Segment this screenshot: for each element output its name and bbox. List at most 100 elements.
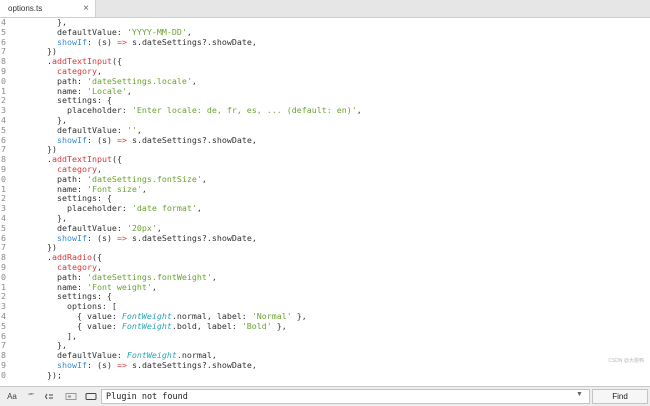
tab-title: options.ts <box>8 4 43 13</box>
code-token: ], <box>37 330 77 341</box>
code-token: 'dateSettings.fontSize' <box>86 173 202 184</box>
code-token: , <box>196 203 202 214</box>
line-number: 3 <box>1 204 6 214</box>
code-token: settings: { <box>37 193 112 204</box>
code-token: => <box>116 232 127 243</box>
code-token: }, <box>37 114 67 125</box>
match-case-button[interactable]: Aa <box>3 390 21 403</box>
code-token: FontWeight <box>126 350 177 361</box>
code-token: 'Enter locale: de, fr, es, ... (default:… <box>131 105 357 116</box>
code-line: 6 showIf: (s) => s.dateSettings?.showDat… <box>0 134 650 146</box>
code-token: addTextInput <box>52 154 112 165</box>
tab-options-ts[interactable]: options.ts × <box>0 0 96 17</box>
code-token: name: <box>37 85 87 96</box>
code-token: path: <box>37 173 87 184</box>
code-token: defaultValue: <box>37 350 127 361</box>
code-text: showIf: (s) => s.dateSettings?.showDate, <box>37 232 257 244</box>
code-line: 0 }); <box>0 370 650 381</box>
close-icon[interactable]: × <box>83 3 89 14</box>
code-token: options: [ <box>37 301 117 312</box>
code-token: showIf <box>56 359 87 370</box>
watermark: CSDN @大桃鸭 <box>608 358 644 364</box>
line-number: 8 <box>1 253 6 263</box>
code-token: showIf <box>56 134 87 145</box>
code-token: name: <box>37 281 87 292</box>
code-token: ({ <box>91 252 102 263</box>
line-number: 7 <box>1 145 6 155</box>
line-number: 9 <box>1 262 6 272</box>
code-token: .bold, label: <box>171 320 242 331</box>
code-token: s.dateSettings?.showDate, <box>126 36 257 47</box>
wrap-icon[interactable] <box>82 390 100 403</box>
line-number: 5 <box>1 27 6 37</box>
line-number: 9 <box>1 66 6 76</box>
code-line: 6 ], <box>0 330 650 342</box>
code-token: }, <box>291 310 307 321</box>
line-number: 0 <box>1 174 6 184</box>
line-number: 0 <box>1 272 6 282</box>
line-number: 3 <box>1 302 6 312</box>
history-dropdown-icon[interactable]: ▼ <box>576 391 583 398</box>
code-token: 'date format' <box>131 203 197 214</box>
code-token: , <box>211 271 217 282</box>
code-token: '' <box>126 124 137 135</box>
line-number: 5 <box>1 223 6 233</box>
line-number: 7 <box>1 47 6 57</box>
line-number: 7 <box>1 341 6 351</box>
code-token: name: <box>37 183 87 194</box>
code-token: 'dateSettings.locale' <box>86 75 192 86</box>
code-token: FontWeight <box>121 310 172 321</box>
code-token: { value: <box>37 310 122 321</box>
tab-bar: options.ts × <box>0 0 650 18</box>
code-token: , <box>151 281 157 292</box>
code-token: , <box>186 26 192 37</box>
code-line: 5 { value: FontWeight.bold, label: 'Bold… <box>0 320 650 332</box>
regex-icon[interactable] <box>41 390 59 403</box>
code-token: s.dateSettings?.showDate, <box>126 232 257 243</box>
code-line: 3 placeholder: 'date format', <box>0 203 650 214</box>
code-token: , <box>201 173 207 184</box>
in-selection-icon[interactable] <box>62 390 80 403</box>
code-token: => <box>116 134 127 145</box>
whole-word-button[interactable]: “” <box>22 390 40 403</box>
code-token: FontWeight <box>121 320 172 331</box>
code-token: : (s) <box>86 359 117 370</box>
code-line: 3 placeholder: 'Enter locale: de, fr, es… <box>0 105 650 116</box>
line-number: 5 <box>1 321 6 331</box>
code-token: : (s) <box>86 232 117 243</box>
find-button[interactable]: Find <box>592 389 648 404</box>
code-token: => <box>116 359 127 370</box>
find-input[interactable] <box>101 389 590 404</box>
code-token: defaultValue: <box>37 26 127 37</box>
code-lines: 4 }, 5 defaultValue: 'YYYY-MM-DD', 6 showI… <box>0 18 650 380</box>
code-token: defaultValue: <box>37 124 127 135</box>
code-token: ({ <box>111 154 122 165</box>
code-token: 'Font weight' <box>86 281 152 292</box>
code-token: }, <box>271 320 287 331</box>
line-number: 6 <box>1 233 6 243</box>
line-number: 5 <box>1 125 6 135</box>
code-token: category <box>37 261 97 272</box>
code-token: }, <box>37 212 67 223</box>
code-token: , <box>136 124 142 135</box>
code-token: , <box>191 75 197 86</box>
code-token: s.dateSettings?.showDate, <box>126 134 257 145</box>
code-token: defaultValue: <box>37 222 127 233</box>
code-token: path: <box>37 75 87 86</box>
line-number: 7 <box>1 243 6 253</box>
code-token: settings: { <box>37 291 112 302</box>
line-number: 9 <box>1 360 6 370</box>
line-number: 4 <box>1 311 6 321</box>
code-token: addTextInput <box>52 56 112 67</box>
code-token: 'Bold' <box>241 320 272 331</box>
code-line: 6 showIf: (s) => s.dateSettings?.showDat… <box>0 232 650 244</box>
line-number: 0 <box>1 76 6 86</box>
code-editor[interactable]: 4 }, 5 defaultValue: 'YYYY-MM-DD', 6 showI… <box>0 18 650 386</box>
code-token: , <box>141 183 147 194</box>
code-text: }); <box>37 370 62 381</box>
code-token: 'YYYY-MM-DD' <box>126 26 187 37</box>
code-token: category <box>37 163 97 174</box>
line-number: 4 <box>1 18 6 27</box>
